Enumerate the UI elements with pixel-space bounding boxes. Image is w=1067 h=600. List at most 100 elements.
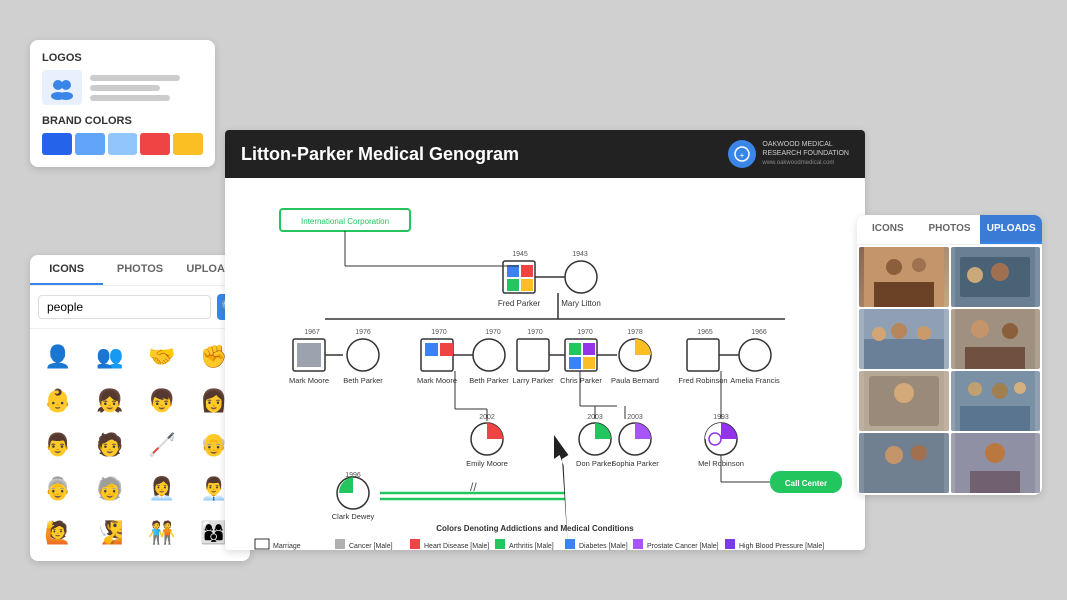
- svg-text:Amelia Francis: Amelia Francis: [730, 376, 780, 385]
- svg-text:Mark Moore: Mark Moore: [417, 376, 457, 385]
- svg-text:+: +: [740, 151, 745, 160]
- brand-colors-label: BRAND COLORS: [42, 115, 203, 127]
- icons-panel: ICONS PHOTOS UPLOADS 🔍 👤 👥 🤝 ✊ 👶 👧 👦 👩 👨…: [30, 255, 250, 561]
- svg-text:2003: 2003: [627, 414, 643, 421]
- foundation-name: OAKWOOD MEDICALRESEARCH FOUNDATIONwww.oa…: [762, 140, 849, 168]
- icon-item[interactable]: 🤝: [142, 337, 182, 377]
- logo-preview: [42, 70, 203, 105]
- svg-text:Diabetes [Male]: Diabetes [Male]: [579, 543, 628, 550]
- logos-panel: LOGOS BRAND COLORS: [30, 40, 215, 167]
- svg-text:Arthritis [Male]: Arthritis [Male]: [509, 543, 554, 550]
- icon-item[interactable]: 👩‍💼: [142, 469, 182, 509]
- logo-line-1: [90, 75, 180, 81]
- icon-item[interactable]: 🧓: [90, 469, 130, 509]
- svg-text:2002: 2002: [479, 414, 495, 421]
- svg-text:Mary Litton: Mary Litton: [561, 299, 601, 308]
- svg-text:1966: 1966: [751, 329, 767, 336]
- svg-text:Mark Moore: Mark Moore: [289, 376, 329, 385]
- logo-lines: [90, 75, 180, 101]
- logo-line-2: [90, 85, 160, 91]
- icon-item[interactable]: 👨: [38, 425, 78, 465]
- genogram-title: Litton-Parker Medical Genogram: [241, 144, 519, 165]
- svg-text:Fred Parker: Fred Parker: [498, 299, 541, 308]
- icon-item[interactable]: 👦: [142, 381, 182, 421]
- photo-item[interactable]: [951, 309, 1041, 369]
- svg-text:Emily Moore: Emily Moore: [466, 459, 508, 468]
- right-panel: ICONS PHOTOS UPLOADS: [857, 215, 1042, 495]
- right-tab-icons[interactable]: ICONS: [857, 215, 919, 244]
- svg-text:Sophia Parker: Sophia Parker: [611, 459, 659, 468]
- svg-text://: //: [470, 480, 477, 494]
- svg-text:High Blood Pressure [Male]: High Blood Pressure [Male]: [739, 543, 824, 550]
- search-input[interactable]: [38, 295, 211, 319]
- color-swatch-lightblue: [75, 133, 105, 155]
- icon-item[interactable]: 👤: [38, 337, 78, 377]
- main-genogram-area: Litton-Parker Medical Genogram + OAKWOOD…: [225, 130, 865, 550]
- tab-icons[interactable]: ICONS: [30, 255, 103, 285]
- color-swatch-blue: [42, 133, 72, 155]
- brand-colors: [42, 133, 203, 155]
- svg-text:Marriage: Marriage: [273, 543, 301, 550]
- svg-text:1943: 1943: [572, 251, 588, 258]
- photo-item[interactable]: [859, 433, 949, 493]
- svg-text:Cancer [Male]: Cancer [Male]: [349, 543, 393, 550]
- photo-item[interactable]: [951, 433, 1041, 493]
- svg-text:Heart Disease [Male]: Heart Disease [Male]: [424, 543, 489, 550]
- svg-text:1970: 1970: [577, 329, 593, 336]
- color-swatch-red: [140, 133, 170, 155]
- icon-item[interactable]: 🦯: [142, 425, 182, 465]
- icon-item[interactable]: 🧑: [90, 425, 130, 465]
- svg-text:1970: 1970: [485, 329, 501, 336]
- tab-photos[interactable]: PHOTOS: [103, 255, 176, 285]
- svg-text:Chris Parker: Chris Parker: [560, 376, 602, 385]
- svg-text:1978: 1978: [627, 329, 643, 336]
- svg-text:1967: 1967: [304, 329, 320, 336]
- icon-item[interactable]: 👧: [90, 381, 130, 421]
- svg-text:1970: 1970: [431, 329, 447, 336]
- foundation-icon: +: [728, 140, 756, 168]
- photos-grid: [857, 245, 1042, 495]
- photo-item[interactable]: [951, 247, 1041, 307]
- svg-text:Call Center: Call Center: [785, 479, 827, 488]
- svg-text:International Corporation: International Corporation: [301, 217, 389, 226]
- icon-item[interactable]: 🙋: [38, 513, 78, 553]
- svg-text:Colors Denoting Addictions and: Colors Denoting Addictions and Medical C…: [436, 524, 634, 533]
- right-tab-photos[interactable]: PHOTOS: [919, 215, 981, 244]
- genogram-body: International Corporation 1945 1943 Fred…: [225, 178, 865, 550]
- icons-panel-tabs: ICONS PHOTOS UPLOADS: [30, 255, 250, 286]
- icon-item[interactable]: 👥: [90, 337, 130, 377]
- svg-text:Beth Parker: Beth Parker: [469, 376, 509, 385]
- photo-item[interactable]: [951, 371, 1041, 431]
- svg-text:1970: 1970: [527, 329, 543, 336]
- icon-item[interactable]: 🧑‍🤝‍🧑: [142, 513, 182, 553]
- genogram-header: Litton-Parker Medical Genogram + OAKWOOD…: [225, 130, 865, 178]
- logo-icon: [42, 70, 82, 105]
- svg-text:1976: 1976: [355, 329, 371, 336]
- photo-item[interactable]: [859, 371, 949, 431]
- icons-grid: 👤 👥 🤝 ✊ 👶 👧 👦 👩 👨 🧑 🦯 👴 👵 🧓 👩‍💼 👨‍💼 🙋 🧏 …: [30, 329, 250, 561]
- foundation-logo: + OAKWOOD MEDICALRESEARCH FOUNDATIONwww.…: [728, 140, 849, 168]
- svg-text:Beth Parker: Beth Parker: [343, 376, 383, 385]
- search-bar: 🔍: [30, 286, 250, 329]
- svg-text:2003: 2003: [587, 414, 603, 421]
- photo-item[interactable]: [859, 247, 949, 307]
- logo-line-3: [90, 95, 170, 101]
- right-tab-uploads[interactable]: UPLOADS: [980, 215, 1042, 244]
- svg-text:Prostate Cancer [Male]: Prostate Cancer [Male]: [647, 543, 719, 550]
- icon-item[interactable]: 👵: [38, 469, 78, 509]
- svg-text:Paula Bernard: Paula Bernard: [611, 376, 659, 385]
- color-swatch-yellow: [173, 133, 203, 155]
- icon-item[interactable]: 🧏: [90, 513, 130, 553]
- svg-text:Clark Dewey: Clark Dewey: [332, 512, 375, 521]
- photo-item[interactable]: [859, 309, 949, 369]
- svg-text:1965: 1965: [697, 329, 713, 336]
- color-swatch-pale: [108, 133, 138, 155]
- genogram-svg: International Corporation 1945 1943 Fred…: [225, 178, 865, 550]
- svg-text:Fred Robinson: Fred Robinson: [678, 376, 727, 385]
- svg-text:Don Parker: Don Parker: [576, 459, 614, 468]
- svg-text:Larry Parker: Larry Parker: [512, 376, 554, 385]
- svg-text:1993: 1993: [713, 414, 729, 421]
- logos-label: LOGOS: [42, 52, 203, 64]
- icon-item[interactable]: 👶: [38, 381, 78, 421]
- right-panel-tabs: ICONS PHOTOS UPLOADS: [857, 215, 1042, 245]
